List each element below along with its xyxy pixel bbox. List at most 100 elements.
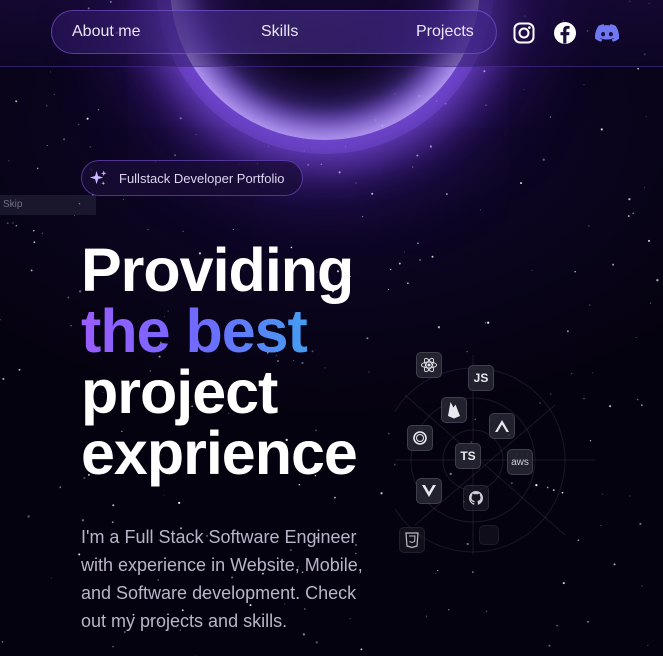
portfolio-page: About me Skills Projects Skip Fullstack … (0, 0, 663, 656)
sparkle-icon (89, 170, 107, 186)
star (637, 68, 639, 70)
star (112, 504, 115, 507)
tech-orbit: JS TS aws (395, 345, 595, 555)
star (639, 522, 642, 526)
discord-icon[interactable] (594, 21, 620, 45)
star (63, 138, 66, 141)
nav-link-skills[interactable]: Skills (261, 23, 298, 41)
star (30, 269, 33, 272)
star (97, 109, 100, 111)
star (435, 100, 438, 103)
hero-description: I'm a Full Stack Software Engineer with … (81, 527, 363, 631)
star (338, 171, 341, 174)
star (562, 582, 565, 585)
star (368, 371, 370, 373)
star (523, 89, 525, 91)
react-icon (416, 352, 442, 378)
star (315, 641, 318, 644)
star (645, 116, 647, 118)
star (628, 198, 631, 201)
star (437, 326, 441, 329)
star (81, 519, 85, 522)
star (36, 167, 39, 170)
star (531, 269, 533, 271)
star (520, 182, 522, 185)
star (650, 302, 651, 304)
star (609, 405, 612, 408)
star (371, 192, 374, 195)
star (194, 654, 196, 656)
star (419, 258, 422, 262)
star (648, 239, 650, 242)
star (647, 644, 649, 646)
threejs-icon (407, 425, 433, 451)
nav-link-about[interactable]: About me (72, 23, 140, 41)
star (487, 321, 490, 324)
vue-icon (416, 478, 442, 504)
star (435, 572, 437, 574)
star (12, 222, 14, 224)
star (583, 84, 585, 86)
star (566, 330, 569, 333)
star (548, 644, 551, 647)
star (417, 242, 419, 244)
star (485, 322, 487, 324)
star (123, 198, 124, 200)
css-icon (399, 527, 425, 553)
vercel-icon (489, 413, 515, 439)
instagram-icon[interactable] (512, 21, 536, 45)
nav-link-projects[interactable]: Projects (416, 23, 474, 41)
star (398, 262, 401, 265)
star (355, 182, 357, 184)
github-icon (463, 485, 489, 511)
star (27, 515, 30, 518)
star (67, 296, 70, 299)
star (174, 154, 177, 157)
star (41, 232, 44, 234)
star (78, 553, 81, 556)
headline-line-4: exprience (81, 419, 358, 487)
star (193, 80, 195, 82)
star (59, 486, 62, 489)
star (549, 116, 552, 118)
star (629, 495, 631, 497)
facebook-icon[interactable] (553, 21, 577, 45)
star (600, 128, 603, 131)
star (1, 641, 4, 643)
star (641, 404, 643, 406)
star (267, 145, 270, 148)
headline-line-2: the best (81, 301, 357, 362)
star (472, 571, 474, 573)
star (345, 146, 347, 148)
star (387, 288, 389, 290)
star (483, 70, 486, 73)
star (636, 398, 639, 401)
star (635, 337, 637, 338)
hero-headline: Providing the best project exprience (81, 240, 358, 487)
star (600, 524, 602, 526)
star (426, 615, 428, 617)
star (53, 93, 55, 95)
star (0, 318, 1, 321)
firebase-icon (441, 397, 467, 423)
skip-link[interactable]: Skip (0, 195, 96, 215)
star (437, 569, 439, 571)
star (362, 216, 364, 218)
star (178, 501, 181, 504)
star (602, 493, 604, 495)
star (307, 163, 310, 166)
star (407, 282, 409, 284)
star (8, 160, 10, 162)
star (556, 625, 558, 627)
star (656, 279, 659, 282)
star (644, 186, 646, 188)
star (574, 270, 576, 273)
star (480, 209, 482, 211)
star (390, 268, 392, 271)
star (431, 255, 434, 258)
star (6, 222, 9, 225)
star (77, 123, 80, 126)
star (33, 241, 36, 243)
star (613, 563, 616, 566)
star (195, 134, 197, 136)
